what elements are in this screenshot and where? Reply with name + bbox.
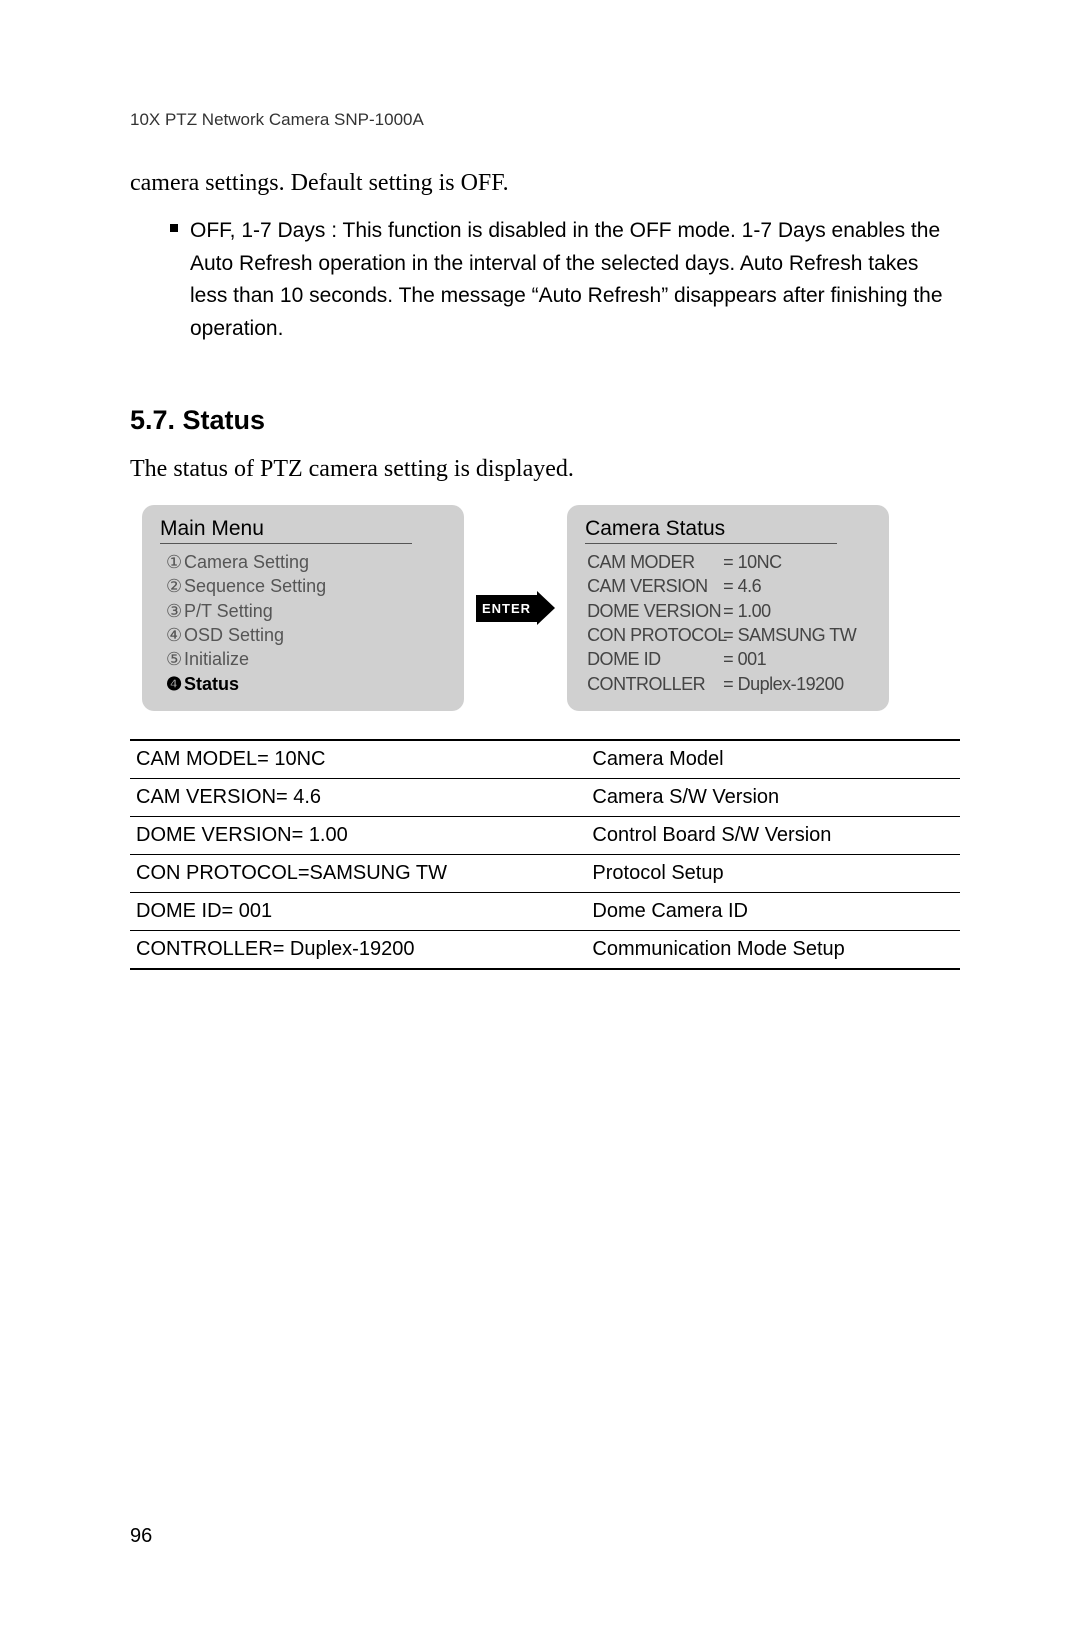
- status-desc: Dome Camera ID: [586, 893, 960, 931]
- status-line: CONTROLLER= Duplex-19200: [587, 672, 871, 696]
- menu-panels-row: Main Menu ①Camera Setting ②Sequence Sett…: [142, 505, 960, 711]
- page-number: 96: [130, 1525, 152, 1548]
- status-field: CONTROLLER= Duplex-19200: [130, 931, 586, 970]
- main-menu-panel: Main Menu ①Camera Setting ②Sequence Sett…: [142, 505, 464, 711]
- menu-item-initialize: ⑤Initialize: [166, 647, 446, 671]
- status-line: CAM MODER= 10NC: [587, 550, 871, 574]
- section-heading: 5.7. Status: [130, 405, 960, 436]
- status-line: DOME ID= 001: [587, 647, 871, 671]
- status-table: CAM MODEL= 10NC Camera Model CAM VERSION…: [130, 739, 960, 970]
- status-desc: Camera S/W Version: [586, 779, 960, 817]
- status-line: CAM VERSION= 4.6: [587, 574, 871, 598]
- table-row: CONTROLLER= Duplex-19200 Communication M…: [130, 931, 960, 970]
- status-line: DOME VERSION= 1.00: [587, 599, 871, 623]
- status-desc: Communication Mode Setup: [586, 931, 960, 970]
- main-menu-title: Main Menu: [160, 517, 412, 544]
- section-intro: The status of PTZ camera setting is disp…: [130, 456, 960, 483]
- status-field: CAM MODEL= 10NC: [130, 740, 586, 779]
- document-header: 10X PTZ Network Camera SNP-1000A: [130, 110, 960, 130]
- menu-item-status: ❹Status: [166, 672, 446, 696]
- status-field: DOME VERSION= 1.00: [130, 817, 586, 855]
- status-desc: Camera Model: [586, 740, 960, 779]
- enter-label: ENTER: [476, 595, 537, 622]
- bullet-text: OFF, 1-7 Days : This function is disable…: [190, 215, 960, 345]
- menu-item-pt-setting: ③P/T Setting: [166, 599, 446, 623]
- menu-item-camera-setting: ①Camera Setting: [166, 550, 446, 574]
- table-row: CAM VERSION= 4.6 Camera S/W Version: [130, 779, 960, 817]
- camera-status-panel: Camera Status CAM MODER= 10NC CAM VERSIO…: [567, 505, 889, 711]
- status-field: CON PROTOCOL=SAMSUNG TW: [130, 855, 586, 893]
- status-field: CAM VERSION= 4.6: [130, 779, 586, 817]
- menu-item-osd-setting: ④OSD Setting: [166, 623, 446, 647]
- menu-item-sequence-setting: ②Sequence Setting: [166, 574, 446, 598]
- table-row: DOME VERSION= 1.00 Control Board S/W Ver…: [130, 817, 960, 855]
- table-row: CON PROTOCOL=SAMSUNG TW Protocol Setup: [130, 855, 960, 893]
- table-row: CAM MODEL= 10NC Camera Model: [130, 740, 960, 779]
- status-desc: Protocol Setup: [586, 855, 960, 893]
- arrow-right-icon: [537, 591, 555, 625]
- status-line: CON PROTOCOL= SAMSUNG TW: [587, 623, 871, 647]
- status-desc: Control Board S/W Version: [586, 817, 960, 855]
- status-field: DOME ID= 001: [130, 893, 586, 931]
- enter-arrow: ENTER: [476, 591, 555, 625]
- camera-status-title: Camera Status: [585, 517, 837, 544]
- intro-line: camera settings. Default setting is OFF.: [130, 170, 960, 197]
- table-row: DOME ID= 001 Dome Camera ID: [130, 893, 960, 931]
- bullet-marker-icon: [170, 224, 178, 232]
- bullet-list: OFF, 1-7 Days : This function is disable…: [170, 215, 960, 345]
